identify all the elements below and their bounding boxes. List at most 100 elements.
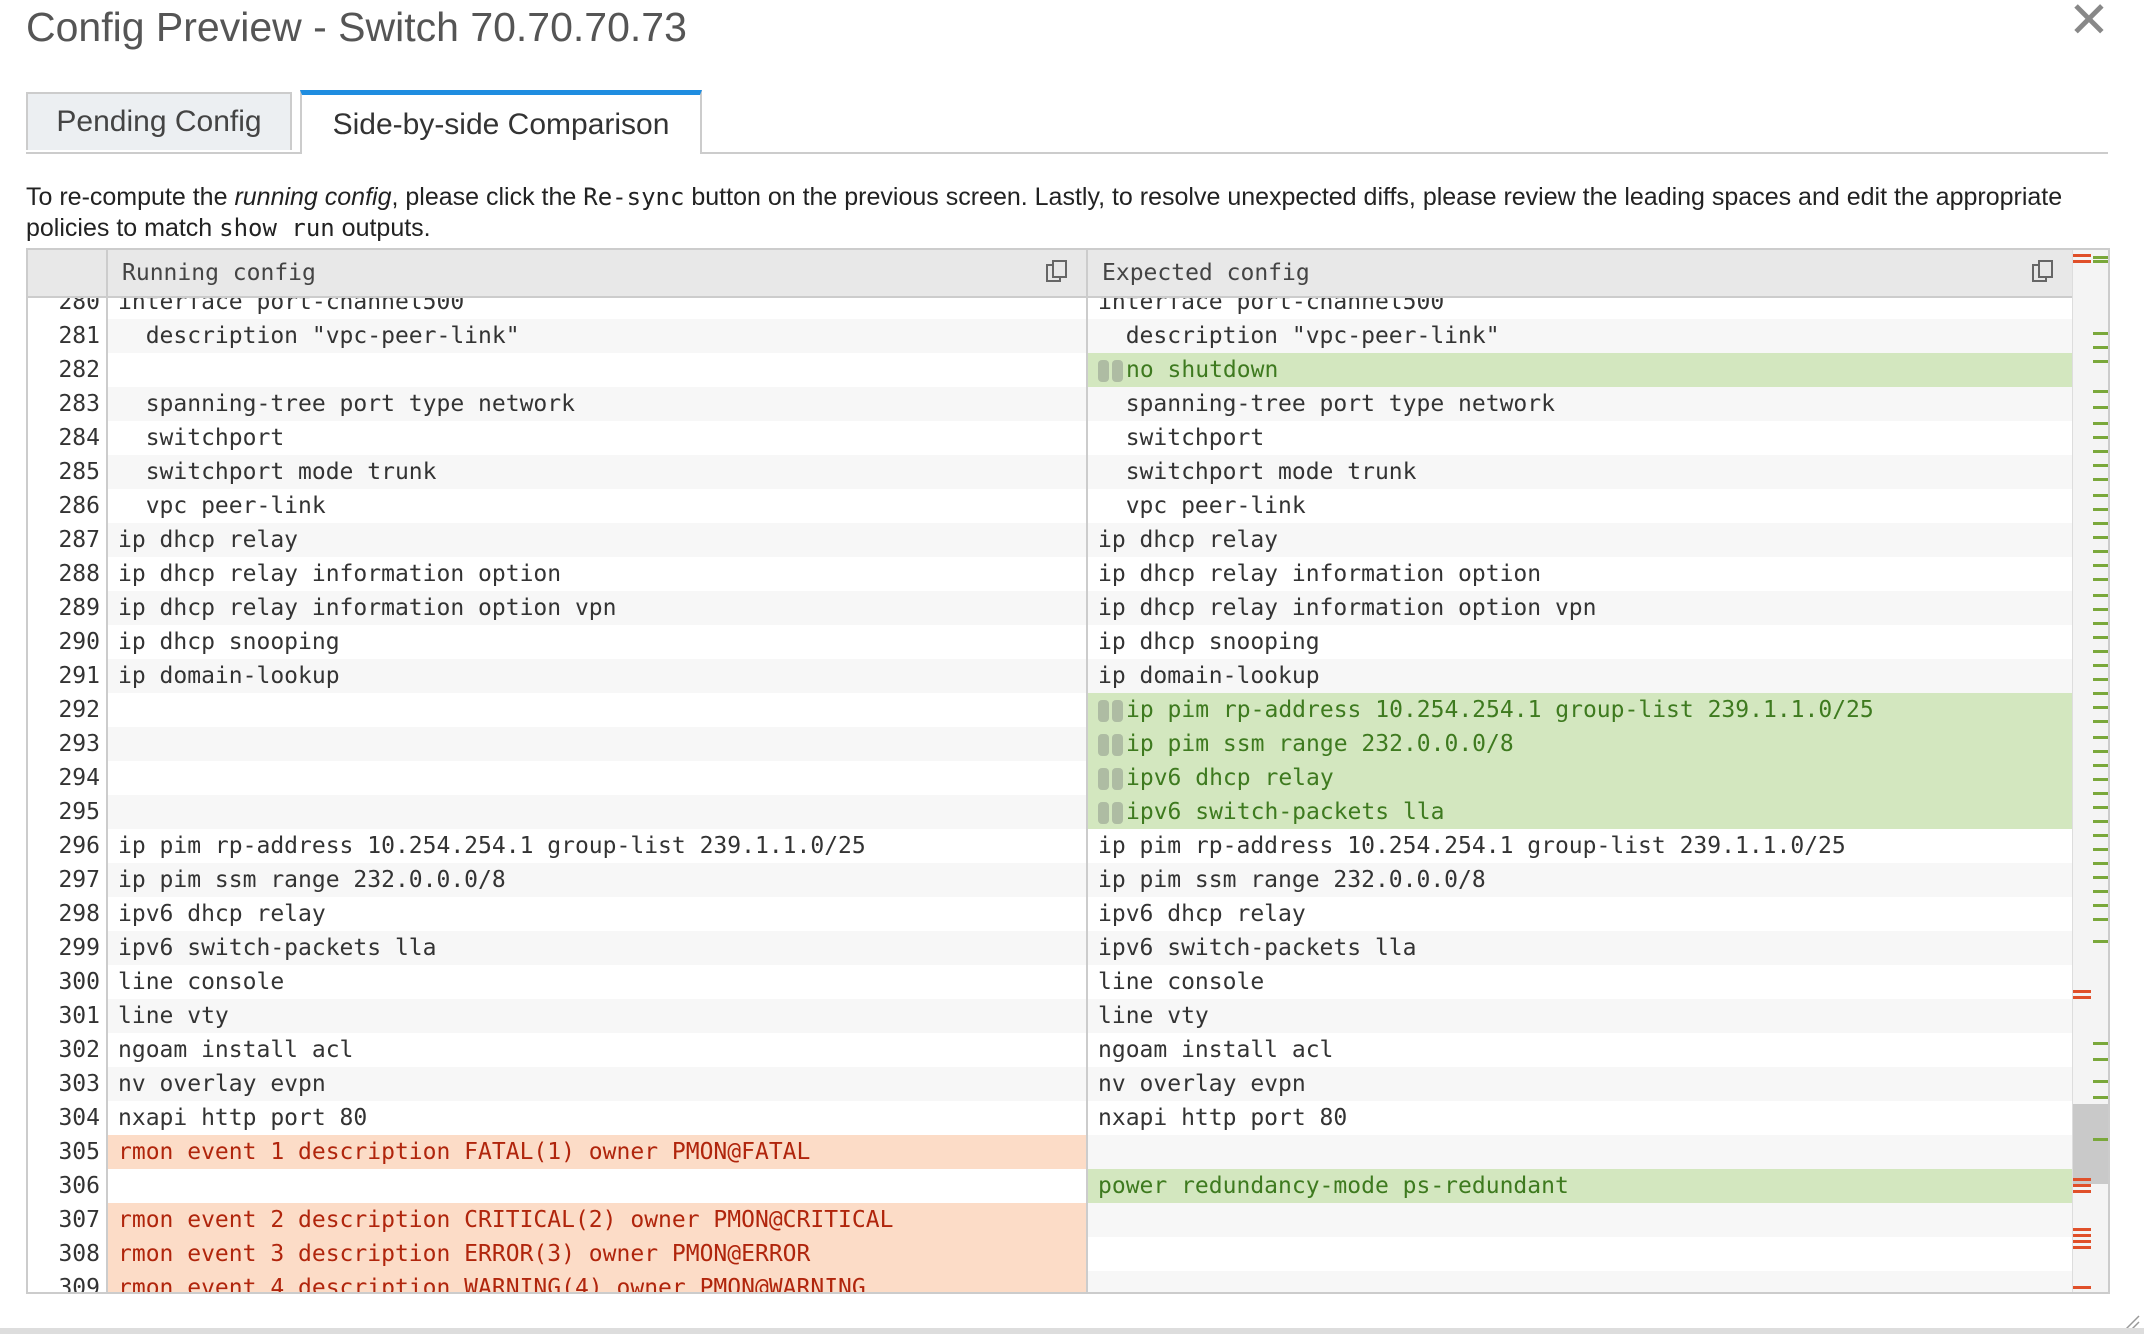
expected-config-line: spanning-tree port type network: [1088, 387, 2072, 421]
line-text: line console: [1098, 969, 1265, 995]
removed-change-marker: [2073, 1190, 2091, 1193]
diff-row: 299 ipv6 switch-packets lla ipv6 switch-pa…: [28, 931, 2072, 965]
added-change-marker: [2093, 494, 2108, 497]
removed-change-marker: [2073, 1228, 2091, 1231]
line-text: line vty: [118, 1003, 229, 1029]
added-change-marker: [2093, 508, 2108, 511]
diff-body[interactable]: 280 interface port-channel500 interface po…: [28, 298, 2072, 1292]
running-config-title: Running config: [122, 260, 316, 286]
dialog-title: Config Preview - Switch 70.70.70.73: [26, 4, 687, 50]
added-change-marker: [2093, 664, 2108, 667]
removed-change-marker: [2073, 254, 2091, 257]
added-change-marker: [2093, 1042, 2108, 1045]
expected-config-line: ip dhcp relay: [1088, 523, 2072, 557]
removed-change-marker: [2073, 1240, 2091, 1243]
diff-viewer[interactable]: Running config Expected config 280 interf…: [26, 248, 2110, 1294]
added-change-marker: [2093, 778, 2108, 781]
removed-change-marker: [2073, 1234, 2091, 1237]
line-text: ipv6 dhcp relay: [1098, 901, 1306, 927]
line-number: 282: [58, 357, 100, 383]
added-change-marker: [2093, 594, 2108, 597]
whitespace-marker-icon: [1098, 801, 1109, 824]
info-text: To re-compute the running config, please…: [26, 182, 2116, 244]
line-number: 294: [58, 765, 100, 791]
diff-row: 307 rmon event 2 description CRITICAL(2) …: [28, 1203, 2072, 1237]
removed-change-marker: [2073, 1178, 2091, 1181]
diff-row: 290 ip dhcp snooping ip dhcp snooping: [28, 625, 2072, 659]
whitespace-marker-icon: [1098, 699, 1109, 722]
added-change-marker: [2093, 806, 2108, 809]
line-number: 298: [58, 901, 100, 927]
added-change-marker: [2093, 564, 2108, 567]
info-text-part: , please click the: [391, 183, 584, 211]
expected-config-line: ipv6 switch-packets lla: [1088, 931, 2072, 965]
copy-icon[interactable]: [2032, 260, 2054, 284]
diff-row: 306 power redundancy-mode ps-redundant: [28, 1169, 2072, 1203]
added-change-marker: [2093, 736, 2108, 739]
line-number: 289: [58, 595, 100, 621]
added-change-marker: [2093, 346, 2108, 349]
running-config-line: nv overlay evpn: [108, 1067, 1088, 1101]
expected-config-line: line vty: [1088, 999, 2072, 1033]
line-text: no shutdown: [1126, 357, 1279, 383]
line-text: ip dhcp snooping: [1098, 629, 1320, 655]
line-number: 292: [58, 697, 100, 723]
line-text: nv overlay evpn: [118, 1071, 326, 1097]
expected-config-line: nxapi http port 80: [1088, 1101, 2072, 1135]
added-change-marker: [2093, 820, 2108, 823]
copy-icon[interactable]: [1046, 260, 1068, 284]
running-config-line: vpc peer-link: [108, 489, 1088, 523]
line-text: ip pim rp-address 10.254.254.1 group-lis…: [118, 833, 866, 859]
removed-change-marker: [2073, 990, 2091, 993]
expected-config-line: ip pim rp-address 10.254.254.1 group-lis…: [1088, 829, 2072, 863]
diff-row: 294 ipv6 dhcp relay: [28, 761, 2072, 795]
line-text: ip pim rp-address 10.254.254.1 group-lis…: [1126, 697, 1874, 723]
line-number: 293: [58, 731, 100, 757]
expected-config-line: [1088, 1135, 2072, 1169]
whitespace-marker-icon: [1098, 733, 1109, 756]
info-code-resync: Re-sync: [583, 183, 685, 211]
tab-bar: Pending Config Side-by-side Comparison: [26, 90, 2108, 154]
line-number: 302: [58, 1037, 100, 1063]
overview-viewport[interactable]: [2073, 1104, 2108, 1184]
diff-row: 285 switchport mode trunk switchport mod…: [28, 455, 2072, 489]
added-change-marker: [2093, 436, 2108, 439]
diff-row: 309 rmon event 4 description WARNING(4) o…: [28, 1271, 2072, 1292]
tab-pending-config[interactable]: Pending Config: [26, 92, 292, 150]
line-number: 280: [58, 298, 100, 315]
line-number: 283: [58, 391, 100, 417]
added-change-marker: [2093, 940, 2108, 943]
whitespace-marker-icon: [1112, 699, 1123, 722]
running-config-line: [108, 1169, 1088, 1203]
diff-overview-ruler[interactable]: [2072, 250, 2108, 1292]
removed-line: rmon event 4 description WARNING(4) owne…: [108, 1271, 1088, 1292]
added-change-marker: [2093, 360, 2108, 363]
expected-config-line: description "vpc-peer-link": [1088, 319, 2072, 353]
added-line: power redundancy-mode ps-redundant: [1088, 1169, 2072, 1203]
expected-config-line: ip dhcp relay information option vpn: [1088, 591, 2072, 625]
line-text: ipv6 switch-packets lla: [1126, 799, 1445, 825]
diff-row: 300 line console line console: [28, 965, 2072, 999]
added-line: ipv6 switch-packets lla: [1088, 795, 2072, 829]
added-change-marker: [2093, 478, 2108, 481]
info-text-part: To re-compute the: [26, 183, 235, 211]
tab-side-by-side-comparison[interactable]: Side-by-side Comparison: [300, 90, 702, 154]
added-change-marker: [2093, 848, 2108, 851]
expected-config-line: ngoam install acl: [1088, 1033, 2072, 1067]
line-number: 304: [58, 1105, 100, 1131]
added-change-marker: [2093, 550, 2108, 553]
info-text-part: outputs.: [334, 214, 431, 242]
running-config-header: Running config: [108, 250, 1088, 298]
running-config-line: ip dhcp snooping: [108, 625, 1088, 659]
added-change-marker: [2093, 862, 2108, 865]
expected-config-line: line console: [1088, 965, 2072, 999]
close-icon[interactable]: ✕: [2068, 0, 2110, 45]
running-config-line: switchport mode trunk: [108, 455, 1088, 489]
line-text: interface port-channel500: [118, 298, 465, 315]
running-config-line: [108, 353, 1088, 387]
diff-row: 293 ip pim ssm range 232.0.0.0/8: [28, 727, 2072, 761]
added-change-marker: [2093, 450, 2108, 453]
added-change-marker: [2093, 706, 2108, 709]
diff-row: 292 ip pim rp-address 10.254.254.1 group-…: [28, 693, 2072, 727]
added-change-marker: [2093, 918, 2108, 921]
